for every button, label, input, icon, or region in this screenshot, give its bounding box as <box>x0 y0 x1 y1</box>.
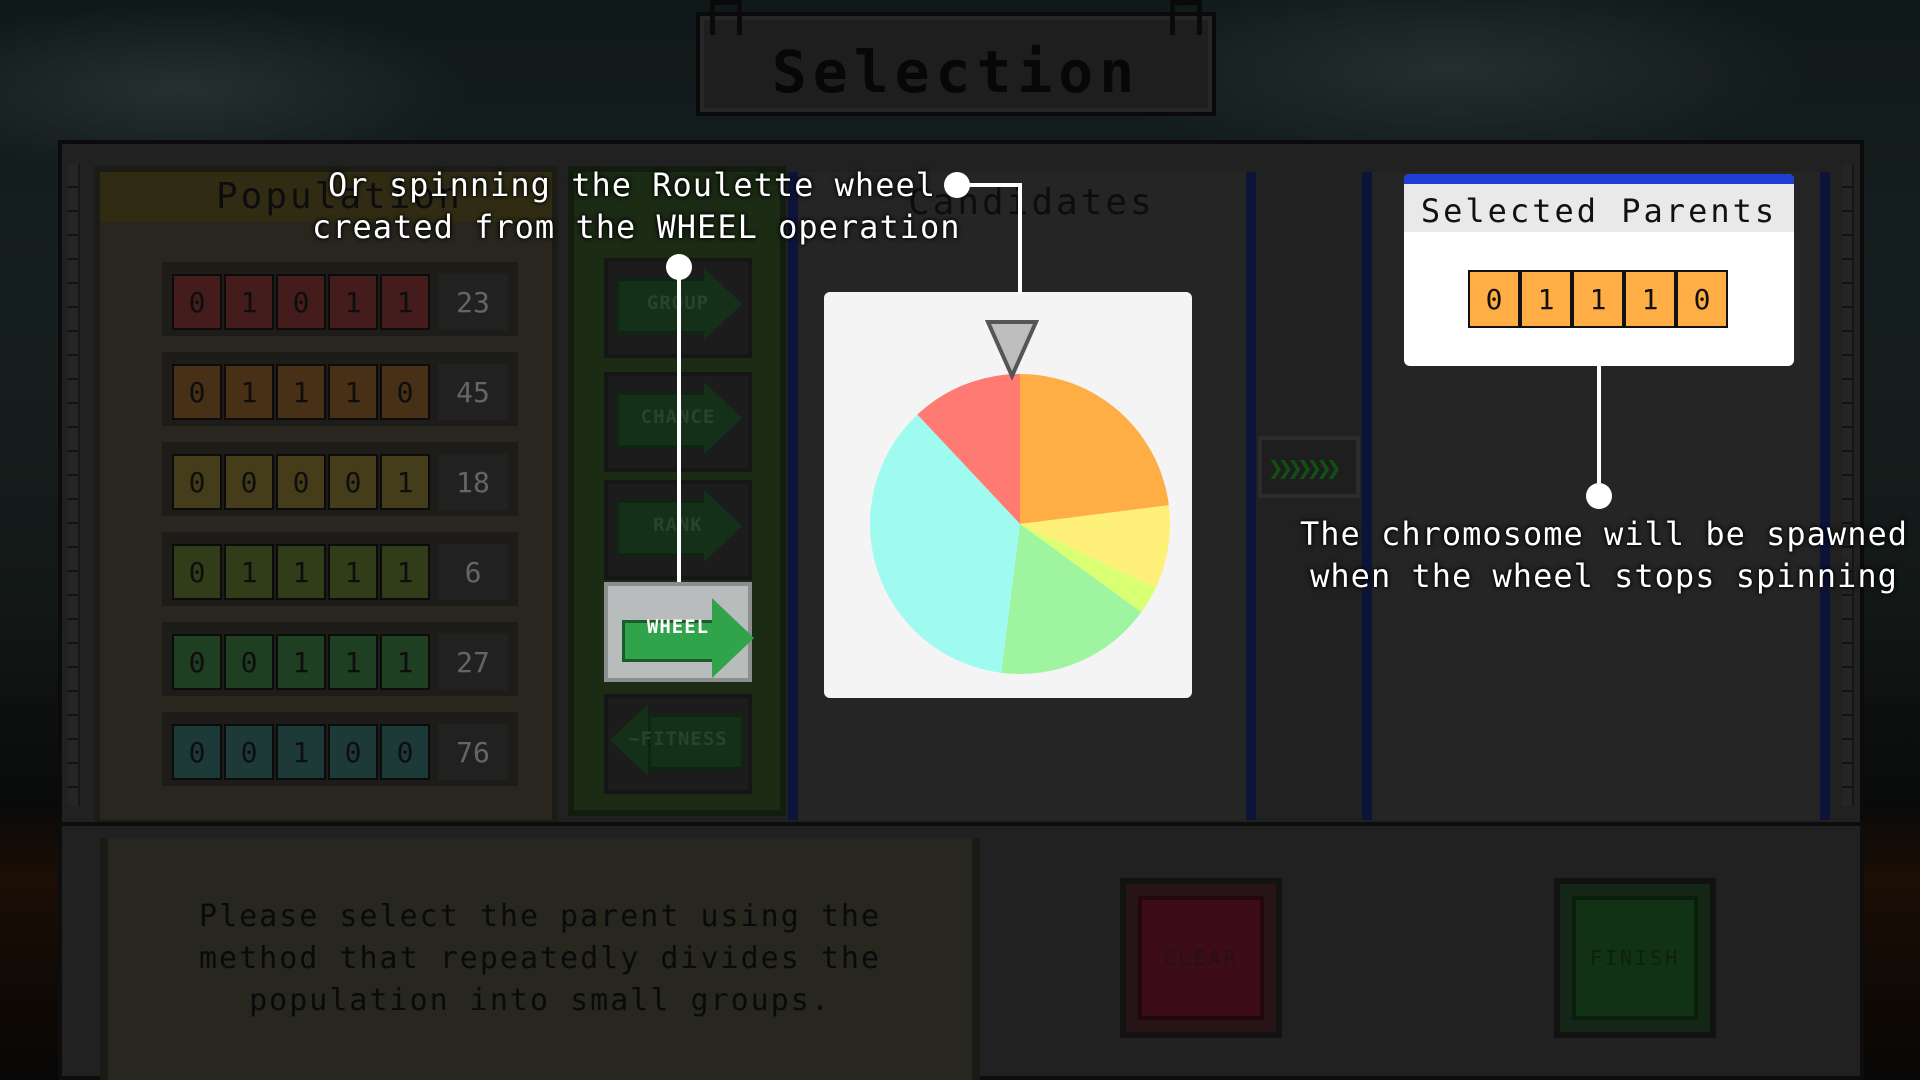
wheel-callout-line-1: Or spinning the Roulette wheel <box>328 166 936 204</box>
selected-gene-cell: 1 <box>1624 270 1676 328</box>
selected-gene-cell: 1 <box>1572 270 1624 328</box>
spawn-callout-line-1: The chromosome will be spawned <box>1300 515 1908 553</box>
selected-parents-topbar <box>1404 174 1794 184</box>
selected-parents-card: Selected Parents 01110 <box>1404 174 1794 366</box>
selected-parents-header: Selected Parents <box>1404 184 1794 232</box>
wheel-arrowhead-icon <box>712 598 754 678</box>
wheel-callout: Or spinning the Roulette wheel created f… <box>312 164 961 248</box>
selected-gene-cell: 1 <box>1520 270 1572 328</box>
roulette-wheel-card <box>824 292 1192 698</box>
spawn-callout-line-2: when the wheel stops spinning <box>1310 557 1898 595</box>
spawn-callout: The chromosome will be spawned when the … <box>1274 513 1920 597</box>
wheel-method-label: WHEEL <box>646 616 710 638</box>
selected-gene-cell: 0 <box>1676 270 1728 328</box>
callout-dot <box>1586 483 1612 509</box>
wheel-method-button[interactable]: WHEEL <box>604 582 754 682</box>
selected-chromosome: 01110 <box>1468 270 1728 328</box>
wheel-pointer-icon <box>984 320 1040 381</box>
selected-gene-cell: 0 <box>1468 270 1520 328</box>
callout-line <box>1597 366 1601 486</box>
callout-line <box>1018 183 1022 293</box>
wheel-callout-line-2: created from the WHEEL operation <box>312 208 961 246</box>
selected-parents-heading: Selected Parents <box>1420 192 1778 230</box>
wheel-slice <box>1020 374 1169 524</box>
callout-line <box>677 266 681 584</box>
callout-line <box>958 183 1022 187</box>
roulette-wheel[interactable] <box>824 292 1192 698</box>
